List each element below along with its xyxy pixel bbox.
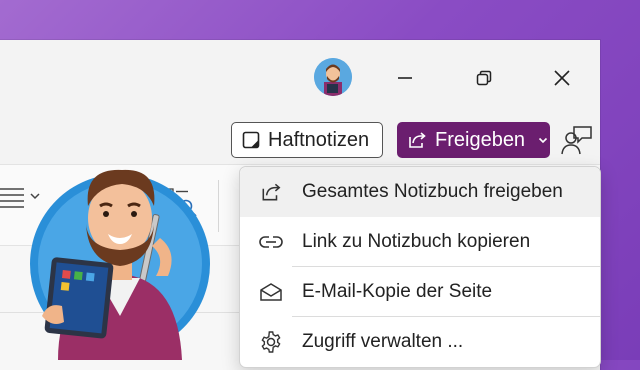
- share-button[interactable]: Freigeben: [397, 122, 550, 158]
- ribbon-separator: [218, 180, 219, 232]
- menu-item-label: Gesamtes Notizbuch freigeben: [302, 181, 563, 202]
- close-icon: [554, 70, 570, 86]
- minimize-button[interactable]: [388, 64, 422, 92]
- restore-icon: [476, 70, 492, 86]
- share-menu: Gesamtes Notizbuch freigeben Link zu Not…: [239, 166, 601, 368]
- menu-item-share-notebook[interactable]: Gesamtes Notizbuch freigeben: [240, 167, 600, 217]
- sticky-note-icon: [242, 131, 260, 149]
- link-icon: [259, 236, 283, 248]
- title-bar: [0, 40, 600, 120]
- menu-item-label: Zugriff verwalten ...: [302, 331, 464, 352]
- share-icon: [262, 183, 281, 201]
- mascot-illustration: [28, 166, 218, 360]
- close-button[interactable]: [545, 64, 579, 92]
- menu-item-label: E-Mail-Kopie der Seite: [302, 281, 493, 302]
- gear-icon: [261, 331, 281, 353]
- sticky-notes-button[interactable]: Haftnotizen: [231, 122, 383, 158]
- sticky-notes-label: Haftnotizen: [268, 128, 370, 151]
- menu-item-copy-link[interactable]: Link zu Notizbuch kopieren: [240, 217, 600, 267]
- minimize-icon: [398, 77, 412, 79]
- menu-item-email-page[interactable]: E-Mail-Kopie der Seite: [240, 267, 600, 317]
- menu-item-label: Link zu Notizbuch kopieren: [302, 231, 531, 252]
- restore-button[interactable]: [467, 64, 501, 92]
- share-label: Freigeben: [435, 128, 526, 151]
- mail-icon: [260, 283, 282, 301]
- feedback-button[interactable]: [560, 124, 594, 158]
- person-feedback-icon: [561, 126, 592, 155]
- user-avatar[interactable]: [314, 58, 352, 96]
- share-icon: [409, 132, 426, 148]
- chevron-down-icon: [538, 137, 548, 144]
